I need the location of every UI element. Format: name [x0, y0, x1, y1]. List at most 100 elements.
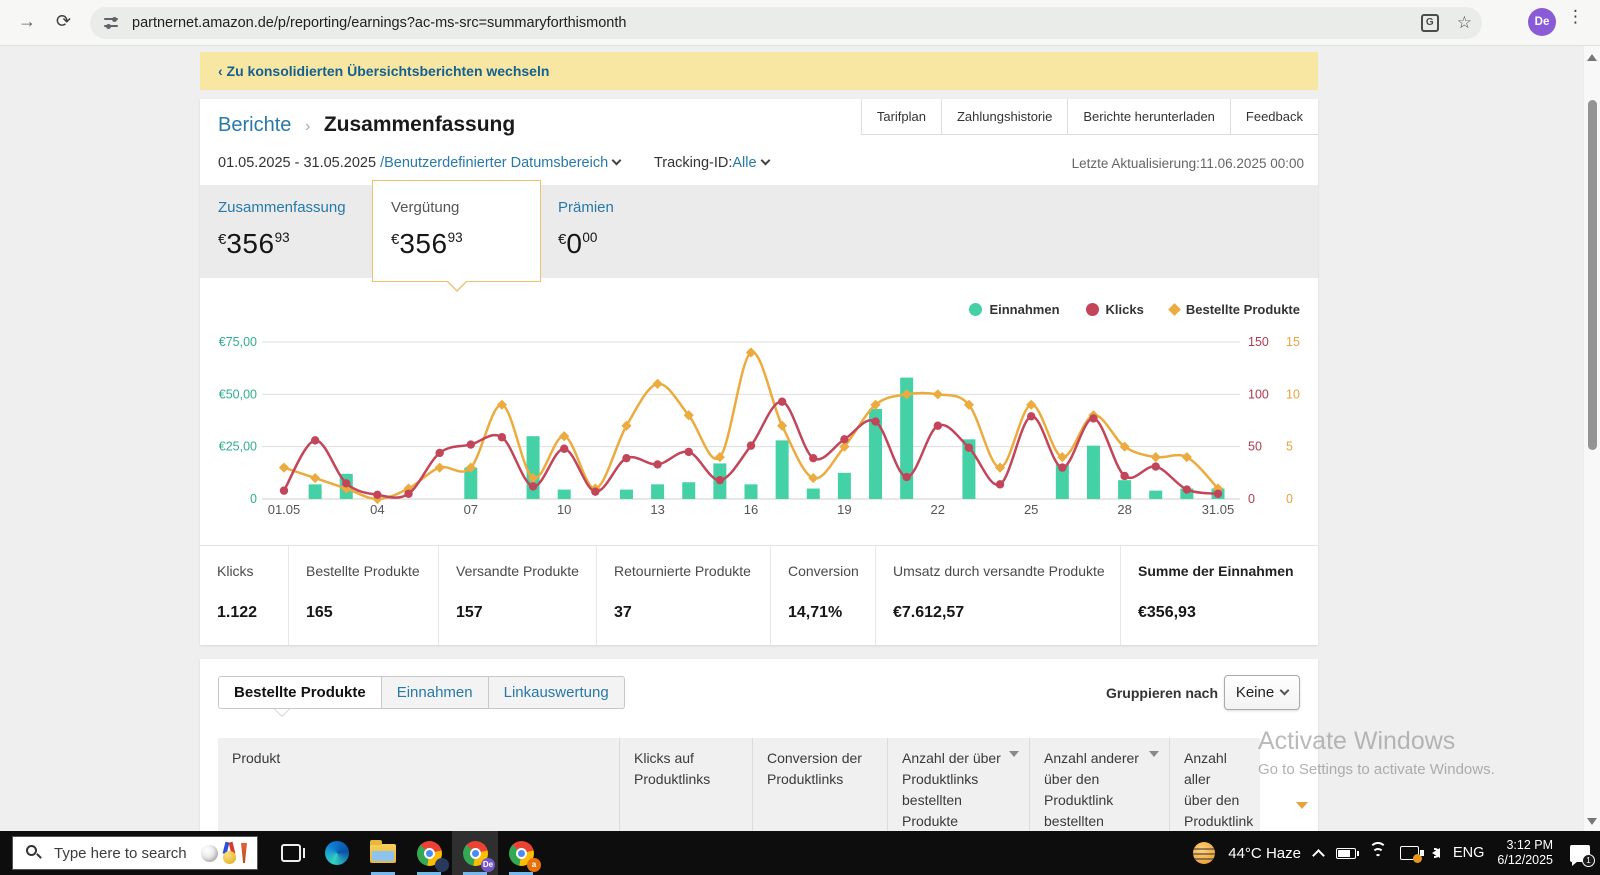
scrollbar-thumb[interactable]: [1588, 100, 1597, 450]
summary-card-label[interactable]: Prämien: [558, 199, 688, 216]
bar-einnahmen: [1086, 445, 1100, 499]
chevron-down-icon[interactable]: [760, 155, 771, 166]
tray-expand-icon[interactable]: [1312, 848, 1325, 862]
browser-menu-icon[interactable]: ⋮: [1567, 7, 1584, 27]
marker-bestellte-produkte: [621, 420, 632, 431]
chevron-down-icon[interactable]: [611, 155, 622, 166]
topnav-feedback[interactable]: Feedback: [1229, 99, 1318, 135]
url-text[interactable]: partnernet.amazon.de/p/reporting/earning…: [132, 15, 626, 31]
marker-bestellte-produkte: [932, 389, 943, 400]
scroll-up-icon[interactable]: [1587, 54, 1597, 61]
filter-row: 01.05.2025 - 31.05.2025 /Benutzerdefinie…: [218, 155, 771, 171]
chrome-profile1-button[interactable]: [406, 831, 452, 875]
reload-icon[interactable]: ⟳: [56, 11, 71, 32]
medal-icon: [222, 841, 237, 864]
last-update-text: Letzte Aktualisierung:11.06.2025 00:00: [1071, 156, 1304, 171]
earnings-summary-strip: Zusammenfassung €35693 Vergütung €35693 Präm…: [200, 180, 1318, 292]
marker-klicks: [466, 440, 475, 449]
amount-whole: 0: [566, 228, 583, 259]
kpi-label: Versandte Produkte: [456, 563, 579, 579]
marker-klicks: [746, 441, 756, 450]
summary-card-zusammenfassung[interactable]: Zusammenfassung €35693: [218, 199, 368, 260]
marker-klicks: [1089, 414, 1098, 423]
page-scrollbar[interactable]: [1583, 46, 1600, 831]
screen-cast-icon[interactable]: [1399, 846, 1422, 863]
windows-taskbar: Type here to search De a 44°C Haze ENG 3…: [0, 831, 1600, 875]
chrome-profile2-button-active[interactable]: De: [452, 831, 498, 875]
search-highlight-icons[interactable]: [201, 841, 247, 864]
column-header-conversion-der[interactable]: Conversion der Produktlinks: [753, 738, 888, 831]
marker-klicks: [310, 436, 320, 445]
profile-avatar[interactable]: De: [1528, 8, 1556, 36]
kpi-value: €356,93: [1138, 604, 1196, 621]
legend-item-klicks[interactable]: Klicks: [1085, 302, 1144, 317]
y-axis-right2-label: 5: [1286, 440, 1293, 454]
sort-descending-active-icon[interactable]: [1296, 802, 1308, 809]
site-settings-icon[interactable]: [104, 15, 120, 31]
column-header-anzahl-der-über[interactable]: Anzahl der über Produktlinks bestellten …: [888, 738, 1030, 831]
topnav-berichte-herunterladen[interactable]: Berichte herunterladen: [1067, 99, 1230, 135]
x-axis-tick-label: 13: [650, 502, 664, 517]
date-range-dropdown[interactable]: /Benutzerdefinierter Datumsbereich: [380, 155, 608, 171]
bookmark-star-icon[interactable]: ☆: [1457, 13, 1472, 33]
clock[interactable]: 3:12 PM 6/12/2025: [1497, 838, 1553, 868]
tab-bestellte-produkte[interactable]: Bestellte Produkte: [218, 676, 382, 709]
topnav-tarifplan[interactable]: Tarifplan: [860, 99, 941, 135]
sort-icon[interactable]: [1149, 751, 1159, 757]
marker-klicks: [1026, 412, 1036, 421]
weather-haze-icon[interactable]: [1193, 842, 1216, 864]
legend-label: Klicks: [1105, 302, 1144, 317]
battery-icon[interactable]: [1335, 847, 1359, 859]
sort-icon[interactable]: [1009, 751, 1019, 757]
legend-item-einnahmen[interactable]: Einnahmen: [969, 302, 1060, 317]
file-explorer-button[interactable]: [360, 831, 406, 875]
tracking-id-dropdown[interactable]: Alle: [732, 155, 756, 171]
marker-klicks: [1058, 463, 1067, 472]
address-bar[interactable]: partnernet.amazon.de/p/reporting/earning…: [90, 7, 1482, 39]
date-range-text: 01.05.2025 - 31.05.2025: [218, 155, 381, 171]
chrome-profile3-button[interactable]: a: [498, 831, 544, 875]
topnav-zahlungshistorie[interactable]: Zahlungshistorie: [940, 99, 1068, 135]
column-header-anzahl-aller[interactable]: Anzahl aller über den Produktlink bestel…: [1170, 738, 1260, 831]
column-header-klicks-auf[interactable]: Klicks auf Produktlinks: [620, 738, 753, 831]
notification-center-icon[interactable]: 1: [1570, 844, 1595, 867]
summary-card-label: Vergütung: [391, 199, 460, 216]
marker-klicks: [840, 435, 849, 444]
time-text: 3:12 PM: [1506, 838, 1553, 852]
browser-toolbar: → ⟳ partnernet.amazon.de/p/reporting/ear…: [0, 0, 1600, 46]
tab-linkauswertung[interactable]: Linkauswertung: [488, 676, 625, 709]
kpi-summe-der-einnahmen: Summe der Einnahmen €356,93: [1120, 546, 1318, 645]
weather-text[interactable]: 44°C Haze: [1228, 845, 1301, 862]
wifi-icon[interactable]: [1368, 842, 1387, 860]
bestellte-produkte-marker-icon: [1167, 303, 1181, 316]
summary-card-label[interactable]: Zusammenfassung: [218, 199, 368, 216]
kpi-umsatz-durch-versandte-produkte: Umsatz durch versandte Produkte €7.612,57: [875, 546, 1120, 645]
marker-klicks: [653, 460, 662, 469]
bar-einnahmen: [651, 484, 665, 499]
edge-button[interactable]: [314, 831, 360, 875]
language-indicator[interactable]: ENG: [1453, 845, 1484, 861]
column-header-produkt[interactable]: Produkt: [218, 738, 620, 831]
bar-einnahmen: [682, 482, 696, 499]
marker-klicks: [404, 489, 413, 498]
column-header-anzahl-anderer[interactable]: Anzahl anderer über den Produktlink best…: [1030, 738, 1170, 831]
taskbar-search-input[interactable]: Type here to search: [12, 836, 258, 870]
scroll-down-icon[interactable]: [1587, 818, 1597, 825]
chrome-de-badge: De: [481, 858, 495, 872]
forward-icon[interactable]: →: [18, 11, 36, 32]
legend-item-bestellte-produkte[interactable]: Bestellte Produkte: [1167, 302, 1300, 317]
translate-icon[interactable]: G: [1420, 14, 1439, 32]
y-axis-right2-label: 0: [1286, 492, 1293, 506]
marker-bestellte-produkte: [434, 462, 445, 473]
summary-card-prämien[interactable]: Prämien €000: [558, 199, 688, 260]
speaker-icon[interactable]: [1419, 848, 1440, 858]
bar-einnahmen: [1149, 490, 1163, 499]
breadcrumb-berichte-link[interactable]: Berichte: [218, 114, 291, 136]
x-axis-tick-label: 01.05: [268, 502, 301, 517]
tab-einnahmen[interactable]: Einnahmen: [381, 676, 489, 709]
marker-klicks: [933, 421, 942, 430]
switch-to-consolidated-reports-link[interactable]: ‹ Zu konsolidierten Übersichtsberichten …: [218, 63, 549, 79]
report-top-nav: Tarifplan Zahlungshistorie Berichte herunt…: [860, 99, 1318, 135]
task-view-button[interactable]: [268, 831, 314, 875]
group-by-dropdown[interactable]: Keine: [1224, 675, 1300, 710]
